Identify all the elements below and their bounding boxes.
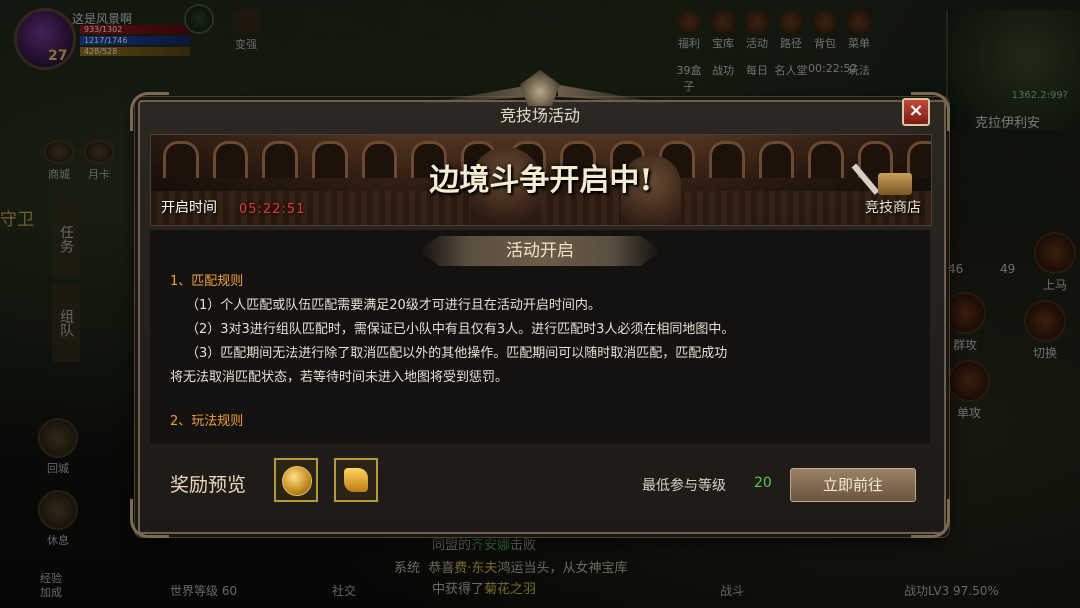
arena-shop-button[interactable]: 竞技商店 xyxy=(851,157,921,217)
frame-corner-ornament xyxy=(130,499,169,538)
rules-text: 1、匹配规则 （1）个人匹配或队伍匹配需要满足20级才可进行且在活动开启时间内。… xyxy=(170,270,910,434)
reward-item-slot[interactable] xyxy=(334,458,378,502)
rule-line: （1）个人匹配或队伍匹配需要满足20级才可进行且在活动开启时间内。 xyxy=(186,298,601,313)
open-time-value: 05:22:51 xyxy=(239,202,306,217)
reward-item-slot[interactable] xyxy=(274,458,318,502)
open-time-label: 开启时间 xyxy=(161,200,217,216)
dialog-title: 竞技场活动 xyxy=(499,106,580,125)
medal-coin-icon xyxy=(282,466,312,496)
go-now-button[interactable]: 立即前往 xyxy=(790,468,916,502)
treasure-chest-icon xyxy=(851,157,916,195)
min-level-label: 最低参与等级 xyxy=(642,478,726,494)
rule-line: （2）3对3进行组队匹配时，需保证已小队中有且仅有3人。进行匹配时3人必须在相同… xyxy=(186,322,735,337)
min-level-value: 20 xyxy=(754,475,772,491)
arena-shop-label: 竞技商店 xyxy=(865,200,921,216)
rules-panel[interactable]: 活动开启 1、匹配规则 （1）个人匹配或队伍匹配需要满足20级才可进行且在活动开… xyxy=(150,230,930,444)
rule-heading: 1、匹配规则 xyxy=(170,274,244,289)
banner-headline: 边境斗争开启中! xyxy=(429,163,653,198)
reward-preview-label: 奖励预览 xyxy=(170,474,247,496)
gold-scroll-icon xyxy=(344,468,368,492)
rule-line: 将无法取消匹配状态，若等待时间未进入地图将受到惩罚。 xyxy=(170,370,509,385)
rule-heading: 2、玩法规则 xyxy=(170,414,244,429)
arena-activity-dialog: 竞技场活动 × 边境斗争开启中! 开启时间 05:22:51 竞技商店 活动开启… xyxy=(126,70,954,540)
frame-corner-ornament xyxy=(911,499,950,538)
chest-shape xyxy=(878,173,912,195)
close-icon[interactable]: × xyxy=(902,98,930,126)
section-title: 活动开启 xyxy=(420,236,660,266)
rule-line: （3）匹配期间无法进行除了取消匹配以外的其他操作。匹配期间可以随时取消匹配，匹配… xyxy=(186,346,728,361)
event-banner: 边境斗争开启中! 开启时间 05:22:51 竞技商店 xyxy=(150,134,932,226)
